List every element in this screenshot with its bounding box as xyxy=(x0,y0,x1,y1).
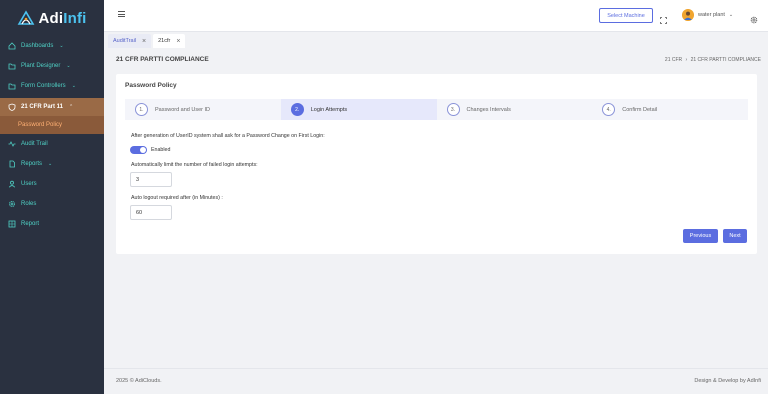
tab-21cfr[interactable]: 21cfr × xyxy=(153,34,186,48)
step-label: Changes Intervals xyxy=(466,106,511,113)
sidebar-item-label: Form Controllers xyxy=(21,83,66,89)
footer-copyright: 2025 © AdiClouds. xyxy=(116,378,162,384)
close-icon[interactable]: × xyxy=(176,38,180,45)
step-changes-intervals[interactable]: 3. Changes Intervals xyxy=(437,99,593,120)
user-icon xyxy=(8,180,16,188)
sidebar-item-label: Audit Trail xyxy=(21,141,48,147)
sidebar-item-label: Report xyxy=(21,221,40,227)
folder-icon xyxy=(8,82,16,90)
logo-text-suffix: Infi xyxy=(63,9,87,27)
page-header: 21 CFR PARTTI COMPLIANCE 21 CFR › 21 CFR… xyxy=(116,56,762,66)
sidebar-item-reports[interactable]: Reports ⌄ xyxy=(0,154,104,174)
page-title: 21 CFR PARTTI COMPLIANCE xyxy=(116,56,209,63)
tab-audittrail[interactable]: AuditTrail × xyxy=(108,34,152,48)
step-number: 2. xyxy=(290,103,304,116)
breadcrumb-separator: › xyxy=(685,57,688,63)
previous-button[interactable]: Previous xyxy=(683,229,718,243)
footer-credit: Design & Develop by AdInfi xyxy=(694,378,761,384)
open-tabs: AuditTrail × 21cfr × xyxy=(104,34,186,48)
sidebar-item-password-policy[interactable]: Password Policy xyxy=(0,116,104,134)
sidebar-item-plant-designer[interactable]: Plant Designer ⌄ xyxy=(0,56,104,76)
toggle-label: Enabled xyxy=(151,147,171,153)
tab-label: AuditTrail xyxy=(113,38,137,44)
step-number: 4. xyxy=(602,103,616,116)
breadcrumb-root[interactable]: 21 CFR xyxy=(665,57,682,63)
chevron-down-icon: ⌄ xyxy=(728,12,734,18)
sidebar-item-label: Password Policy xyxy=(18,122,63,128)
sidebar-item-users[interactable]: Users xyxy=(0,174,104,194)
sidebar-item-roles[interactable]: Roles xyxy=(0,194,104,214)
menu-icon[interactable] xyxy=(118,11,125,17)
step-login-attempts[interactable]: 2. Login Attempts xyxy=(280,99,437,120)
sidebar-item-form-controllers[interactable]: Form Controllers ⌄ xyxy=(0,76,104,96)
step-label: Confirm Detail xyxy=(622,106,658,113)
password-policy-card: Password Policy 1. Password and User ID … xyxy=(116,74,757,254)
chevron-down-icon: ⌄ xyxy=(48,161,53,167)
breadcrumb-current: 21 CFR PARTTI COMPLIANCE xyxy=(690,57,761,63)
tab-label: 21cfr xyxy=(158,38,171,44)
chevron-down-icon: ⌄ xyxy=(59,43,64,49)
wizard-stepper: 1. Password and User ID 2. Login Attempt… xyxy=(125,99,748,120)
settings-gear-icon[interactable] xyxy=(750,11,758,24)
step-label: Password and User ID xyxy=(155,106,211,113)
step-confirm-detail[interactable]: 4. Confirm Detail xyxy=(592,99,748,120)
fullscreen-icon[interactable] xyxy=(660,11,667,24)
auto-logout-input[interactable] xyxy=(130,205,172,220)
toggle-knob xyxy=(140,147,146,153)
logo-icon xyxy=(17,10,35,26)
gear-icon xyxy=(8,200,16,208)
folder-icon xyxy=(8,62,16,70)
sidebar-item-label: Plant Designer xyxy=(21,63,61,69)
chevron-down-icon: ⌄ xyxy=(71,83,76,89)
grid-icon xyxy=(8,220,16,228)
sidebar-item-audit-trail[interactable]: Audit Trail xyxy=(0,134,104,154)
step-number: 3. xyxy=(446,103,460,116)
next-button[interactable]: Next xyxy=(723,229,747,243)
sidebar: AdiInfi Dashboards ⌄ Plant Designer ⌄ Form… xyxy=(0,0,104,394)
user-menu[interactable]: water plant ⌄ xyxy=(682,9,733,21)
chevron-down-icon: ⌄ xyxy=(66,63,71,69)
avatar xyxy=(682,9,694,21)
sidebar-item-label: Dashboards xyxy=(21,43,54,49)
failed-attempts-label: Automatically limit the number of failed… xyxy=(131,162,258,168)
activity-icon xyxy=(8,140,16,148)
user-name: water plant xyxy=(698,12,725,18)
first-login-label: After generation of UserID system shall … xyxy=(131,133,325,139)
home-icon xyxy=(8,42,16,50)
close-icon[interactable]: × xyxy=(142,38,146,45)
step-number: 1. xyxy=(135,103,148,116)
sidebar-item-21cfr-part-11[interactable]: 21 CFR Part 11 ⌃ xyxy=(0,98,104,116)
card-title: Password Policy xyxy=(125,82,177,89)
sidebar-item-dashboards[interactable]: Dashboards ⌄ xyxy=(0,36,104,56)
sidebar-item-label: Roles xyxy=(21,201,37,207)
sidebar-item-label: 21 CFR Part 11 xyxy=(21,104,64,110)
shield-icon xyxy=(8,103,16,111)
sidebar-item-report[interactable]: Report xyxy=(0,214,104,234)
top-bar: Select Machine water plant ⌄ xyxy=(104,0,768,32)
step-label: Login Attempts xyxy=(310,106,348,113)
sidebar-item-label: Reports xyxy=(21,161,43,167)
file-icon xyxy=(8,160,16,168)
select-machine-button[interactable]: Select Machine xyxy=(599,8,653,23)
app-logo[interactable]: AdiInfi xyxy=(0,2,104,34)
sidebar-item-label: Users xyxy=(21,181,37,187)
step-password-and-user-id[interactable]: 1. Password and User ID xyxy=(125,99,281,120)
footer: 2025 © AdiClouds. Design & Develop by Ad… xyxy=(104,368,768,394)
chevron-up-icon: ⌃ xyxy=(69,104,74,110)
sidebar-nav: Dashboards ⌄ Plant Designer ⌄ Form Control… xyxy=(0,36,104,234)
auto-logout-label: Auto logout required after (in Minutes) … xyxy=(131,195,223,201)
password-change-toggle[interactable] xyxy=(130,146,147,154)
logo-text-prefix: Adi xyxy=(38,9,64,27)
failed-attempts-input[interactable] xyxy=(130,172,172,187)
breadcrumb: 21 CFR › 21 CFR PARTTI COMPLIANCE xyxy=(665,57,761,63)
